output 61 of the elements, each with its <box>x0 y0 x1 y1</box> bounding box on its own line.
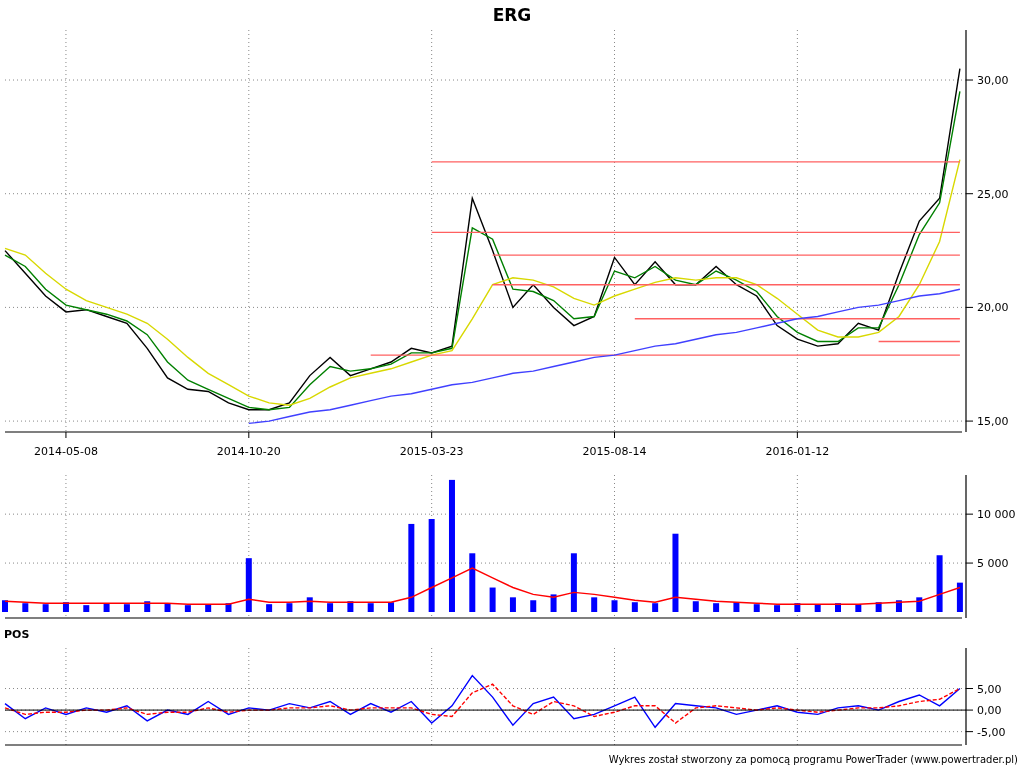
volume-bar <box>489 587 496 612</box>
axis-label: 10 000 <box>977 508 1016 522</box>
axis-label: 25,00 <box>977 187 1009 201</box>
volume-bar <box>388 602 395 612</box>
volume-bar <box>42 604 49 612</box>
volume-bar <box>570 553 577 612</box>
volume-bar <box>875 602 882 612</box>
volume-bar <box>855 604 862 612</box>
footer-credit: Wykres został stworzony za pomocą programu PowerTrader (www.powertrader.pl) <box>608 754 1018 765</box>
volume-bar <box>205 604 212 612</box>
volume-bar <box>835 603 841 612</box>
volume-bar <box>22 603 29 612</box>
volume-bar <box>286 603 293 612</box>
volume-bar <box>753 604 760 612</box>
axis-label: 30,00 <box>977 74 1009 87</box>
axis-label: -5,00 <box>977 725 1006 739</box>
volume-bar <box>62 602 69 612</box>
indicator-title: POS <box>4 627 30 641</box>
volume-bar <box>794 603 801 612</box>
volume-bar <box>164 603 171 612</box>
volume-bar <box>103 603 110 612</box>
volume-bar <box>2 600 8 612</box>
volume-bar <box>327 603 334 612</box>
volume-bar <box>916 597 923 612</box>
volume-bar <box>225 603 232 612</box>
chart-title: ERG <box>492 5 532 25</box>
axis-label: 20,00 <box>977 301 1009 315</box>
volume-bar <box>184 605 191 612</box>
volume-bar <box>814 604 821 612</box>
volume-bar <box>631 602 638 612</box>
axis-label: 2014-05-08 <box>34 445 98 458</box>
volume-bar <box>652 603 659 612</box>
volume-bar <box>144 601 151 612</box>
volume-bar <box>895 600 902 612</box>
volume-bar <box>306 597 313 612</box>
axis-label: 2015-08-14 <box>582 445 647 458</box>
volume-bar <box>530 600 537 612</box>
volume-bar <box>956 582 963 612</box>
volume-bar <box>367 603 374 612</box>
axis-label: 5 000 <box>977 557 1009 571</box>
volume-bar <box>347 601 354 612</box>
volume-bar <box>611 600 618 612</box>
volume-bar <box>245 558 252 612</box>
axis-label: 2016-01-12 <box>765 445 830 458</box>
volume-bar <box>774 605 781 612</box>
axis-label: 2014-10-20 <box>216 445 281 458</box>
volume-bar <box>713 603 720 612</box>
volume-bar <box>550 594 557 612</box>
volume-bar <box>692 601 699 612</box>
volume-bar <box>509 597 516 612</box>
axis-label: 0,00 <box>977 704 1002 718</box>
axis-label: 5,00 <box>977 682 1002 696</box>
volume-bar <box>591 597 598 612</box>
axis-label: 2015-03-23 <box>399 445 464 458</box>
volume-bar <box>266 604 273 612</box>
axis-label: 15,00 <box>977 415 1009 429</box>
volume-bar <box>469 553 476 612</box>
volume-bar <box>123 604 130 612</box>
volume-bar <box>83 605 90 612</box>
volume-bar <box>733 602 740 612</box>
volume-bar <box>936 555 943 612</box>
